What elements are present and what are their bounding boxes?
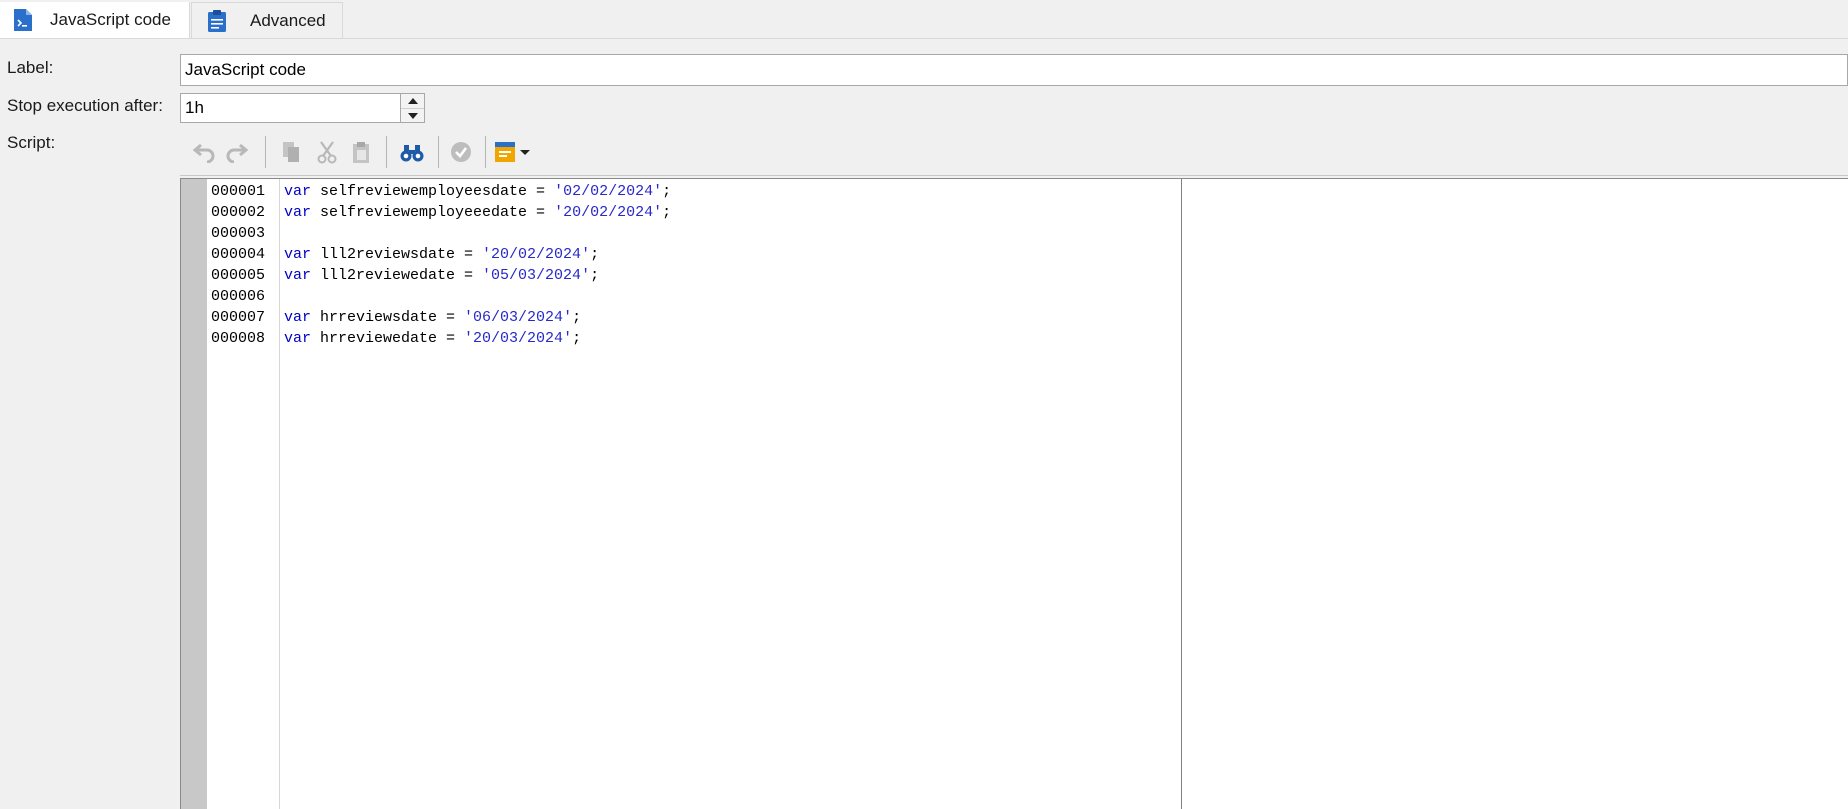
code-token-str: '20/02/2024': [554, 204, 663, 221]
code-token-rest: lll2reviewedate =: [311, 267, 483, 284]
code-token-kw: var: [284, 204, 312, 221]
code-token-end: ;: [572, 309, 582, 326]
code-token-str: '20/03/2024': [464, 330, 573, 347]
find-binoculars-icon[interactable]: [397, 137, 427, 167]
script-caption: Script:: [7, 133, 56, 152]
line-number: 000003: [211, 225, 266, 242]
code-line[interactable]: var lll2reviewedate = '05/03/2024';: [284, 265, 599, 286]
code-token-kw: var: [284, 330, 312, 347]
code-token-end: ;: [590, 246, 600, 263]
code-token-kw: var: [284, 267, 312, 284]
editor-margin: [181, 179, 207, 809]
cut-icon[interactable]: [312, 137, 342, 167]
code-token-kw: var: [284, 183, 312, 200]
toolbar-separator: [438, 136, 439, 168]
tab-javascript-code[interactable]: JavaScript code: [0, 2, 190, 38]
code-token-end: ;: [662, 204, 672, 221]
tab-advanced[interactable]: Advanced: [191, 2, 343, 38]
toolbar-separator: [265, 136, 266, 168]
code-token-str: '06/03/2024': [464, 309, 573, 326]
label-input[interactable]: JavaScript code: [180, 54, 1848, 86]
line-number: 000001: [211, 183, 266, 200]
code-token-rest: lll2reviewsdate =: [311, 246, 483, 263]
label-caption: Label:: [7, 58, 54, 77]
line-number: 000007: [211, 309, 266, 326]
code-token-str: '02/02/2024': [554, 183, 663, 200]
code-token-rest: selfreviewemployeeedate =: [311, 204, 555, 221]
stop-execution-input[interactable]: 1h: [180, 93, 401, 123]
line-number: 000008: [211, 330, 266, 347]
edge-ruler: [1181, 179, 1182, 809]
tab-label: Advanced: [250, 10, 326, 30]
code-token-kw: var: [284, 246, 312, 263]
code-token-str: '20/02/2024': [482, 246, 591, 263]
code-line[interactable]: var lll2reviewsdate = '20/02/2024';: [284, 244, 599, 265]
code-line[interactable]: var selfreviewemployeesdate = '02/02/202…: [284, 181, 671, 202]
toolbar-separator: [386, 136, 387, 168]
code-token-kw: var: [284, 309, 312, 326]
stop-execution-caption: Stop execution after:: [7, 96, 163, 115]
line-number: 000004: [211, 246, 266, 263]
code-token-rest: selfreviewemployeesdate =: [311, 183, 555, 200]
code-token-rest: hrreviewsdate =: [311, 309, 465, 326]
code-line[interactable]: var selfreviewemployeeedate = '20/02/202…: [284, 202, 671, 223]
copy-icon[interactable]: [276, 137, 306, 167]
code-line[interactable]: var hrreviewsdate = '06/03/2024';: [284, 307, 581, 328]
undo-icon[interactable]: [189, 137, 219, 167]
paste-icon[interactable]: [346, 137, 376, 167]
line-number: 000002: [211, 204, 266, 221]
redo-icon[interactable]: [222, 137, 252, 167]
script-file-icon: [10, 6, 36, 34]
code-area[interactable]: var selfreviewemployeesdate = '02/02/202…: [280, 179, 1848, 809]
script-editor[interactable]: 000001 000002 000003 000004 000005 000006 0000…: [180, 178, 1848, 809]
check-syntax-icon[interactable]: [446, 137, 476, 167]
line-number-gutter: 000001 000002 000003 000004 000005 000006 0000…: [207, 179, 280, 809]
stop-execution-spinner[interactable]: [400, 93, 425, 123]
clipboard-icon: [204, 7, 230, 35]
toolbar-separator: [485, 136, 486, 168]
spin-down-icon[interactable]: [401, 109, 424, 123]
tab-bar: JavaScript code Advanced: [0, 0, 1848, 39]
code-token-rest: hrreviewedate =: [311, 330, 465, 347]
spin-up-icon[interactable]: [401, 94, 424, 109]
tab-label: JavaScript code: [50, 10, 171, 29]
code-token-str: '05/03/2024': [482, 267, 591, 284]
line-number: 000006: [211, 288, 266, 305]
script-toolbar: [180, 129, 1848, 176]
code-token-end: ;: [590, 267, 600, 284]
code-token-end: ;: [572, 330, 582, 347]
code-line[interactable]: var hrreviewedate = '20/03/2024';: [284, 328, 581, 349]
code-token-end: ;: [662, 183, 672, 200]
insert-field-dropdown-icon[interactable]: [492, 137, 534, 167]
line-number: 000005: [211, 267, 266, 284]
